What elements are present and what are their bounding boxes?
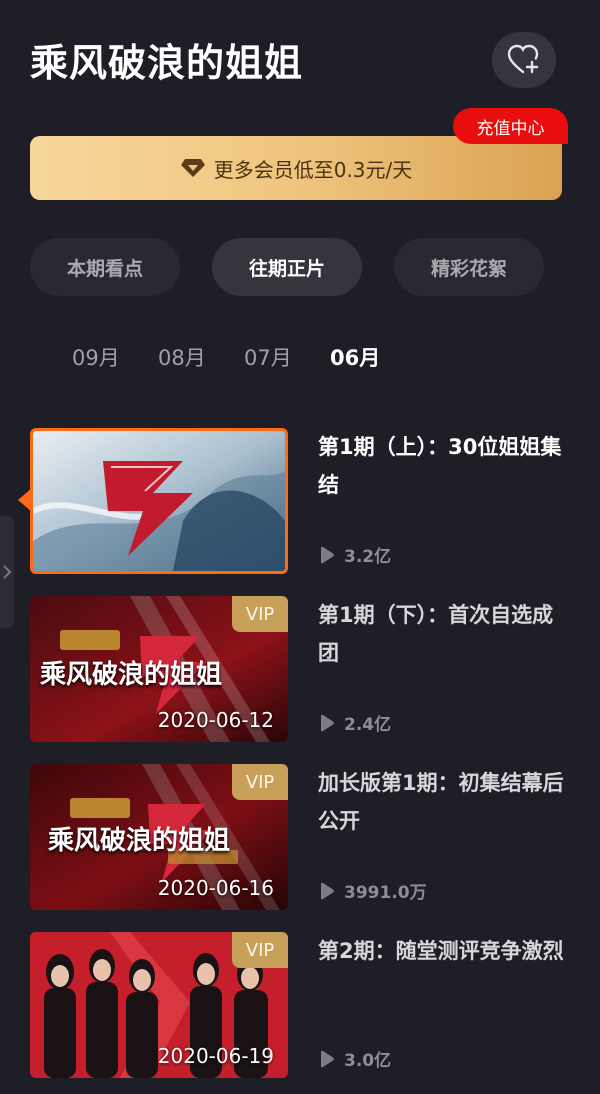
month-item[interactable]: 08月 [158, 342, 206, 372]
view-count: 3.0亿 [318, 1046, 391, 1071]
page-title: 乘风破浪的姐姐 [30, 41, 304, 85]
episode-date: 2020-06-12 [157, 708, 274, 732]
vip-promo-banner[interactable]: 更多会员低至0.3元/天 [30, 136, 562, 200]
vip-promo-text: 更多会员低至0.3元/天 [213, 157, 413, 182]
episode-thumbnail[interactable] [30, 428, 288, 574]
episode-date: 2020-06-16 [157, 876, 274, 900]
month-item[interactable]: 07月 [244, 342, 292, 372]
episode-title[interactable]: 第1期（上）：30位姐姐集结 [318, 428, 568, 504]
episode-date: 2020-06-19 [157, 1044, 274, 1068]
episode-item[interactable]: 乘风破浪的姐姐 VIP 2020-06-12 第1期（下）：首次自选成团 2.4… [0, 596, 600, 744]
view-count: 2.4亿 [318, 710, 391, 735]
play-count-icon [318, 714, 336, 732]
month-item-active[interactable]: 06月 [330, 342, 380, 372]
favorite-button[interactable] [492, 32, 556, 88]
heart-plus-icon [507, 44, 539, 74]
episode-item[interactable]: 第1期（上）：30位姐姐集结 3.2亿 [0, 428, 600, 576]
episode-thumbnail[interactable]: 乘风破浪的姐姐 VIP 2020-06-12 [30, 596, 288, 742]
play-count-icon [318, 882, 336, 900]
thumbnail-logo-text: 乘风破浪的姐姐 [48, 826, 231, 856]
episode-thumbnail[interactable]: 乘风破浪的姐姐 VIP 2020-06-16 [30, 764, 288, 910]
play-count-icon [318, 546, 336, 564]
vip-badge: VIP [232, 596, 288, 632]
vip-badge: VIP [232, 932, 288, 968]
diamond-icon [180, 158, 206, 178]
tab-behind-scenes[interactable]: 精彩花絮 [394, 238, 544, 296]
month-selector: 09月 08月 07月 06月 [0, 342, 600, 376]
content-tabs: 本期看点 往期正片 精彩花絮 [30, 238, 570, 298]
tab-past-episodes[interactable]: 往期正片 [212, 238, 362, 296]
play-count-icon [318, 1050, 336, 1068]
tab-highlights[interactable]: 本期看点 [30, 238, 180, 296]
episode-thumbnail[interactable]: VIP 2020-06-19 [30, 932, 288, 1078]
episode-title[interactable]: 加长版第1期：初集结幕后公开 [318, 764, 568, 840]
recharge-center-button[interactable]: 充值中心 [453, 108, 568, 144]
view-count: 3.2亿 [318, 542, 391, 567]
thumbnail-logo-text: 乘风破浪的姐姐 [40, 660, 223, 690]
thumbnail-art [33, 431, 285, 571]
view-count: 3991.0万 [318, 878, 427, 903]
episode-item[interactable]: VIP 2020-06-19 第2期：随堂测评竞争激烈 3.0亿 [0, 932, 600, 1080]
episode-title[interactable]: 第1期（下）：首次自选成团 [318, 596, 568, 672]
episode-item[interactable]: 乘风破浪的姐姐 VIP 2020-06-16 加长版第1期：初集结幕后公开 39… [0, 764, 600, 912]
vip-badge: VIP [232, 764, 288, 800]
episode-title[interactable]: 第2期：随堂测评竞争激烈 [318, 932, 568, 970]
month-item[interactable]: 09月 [72, 342, 120, 372]
